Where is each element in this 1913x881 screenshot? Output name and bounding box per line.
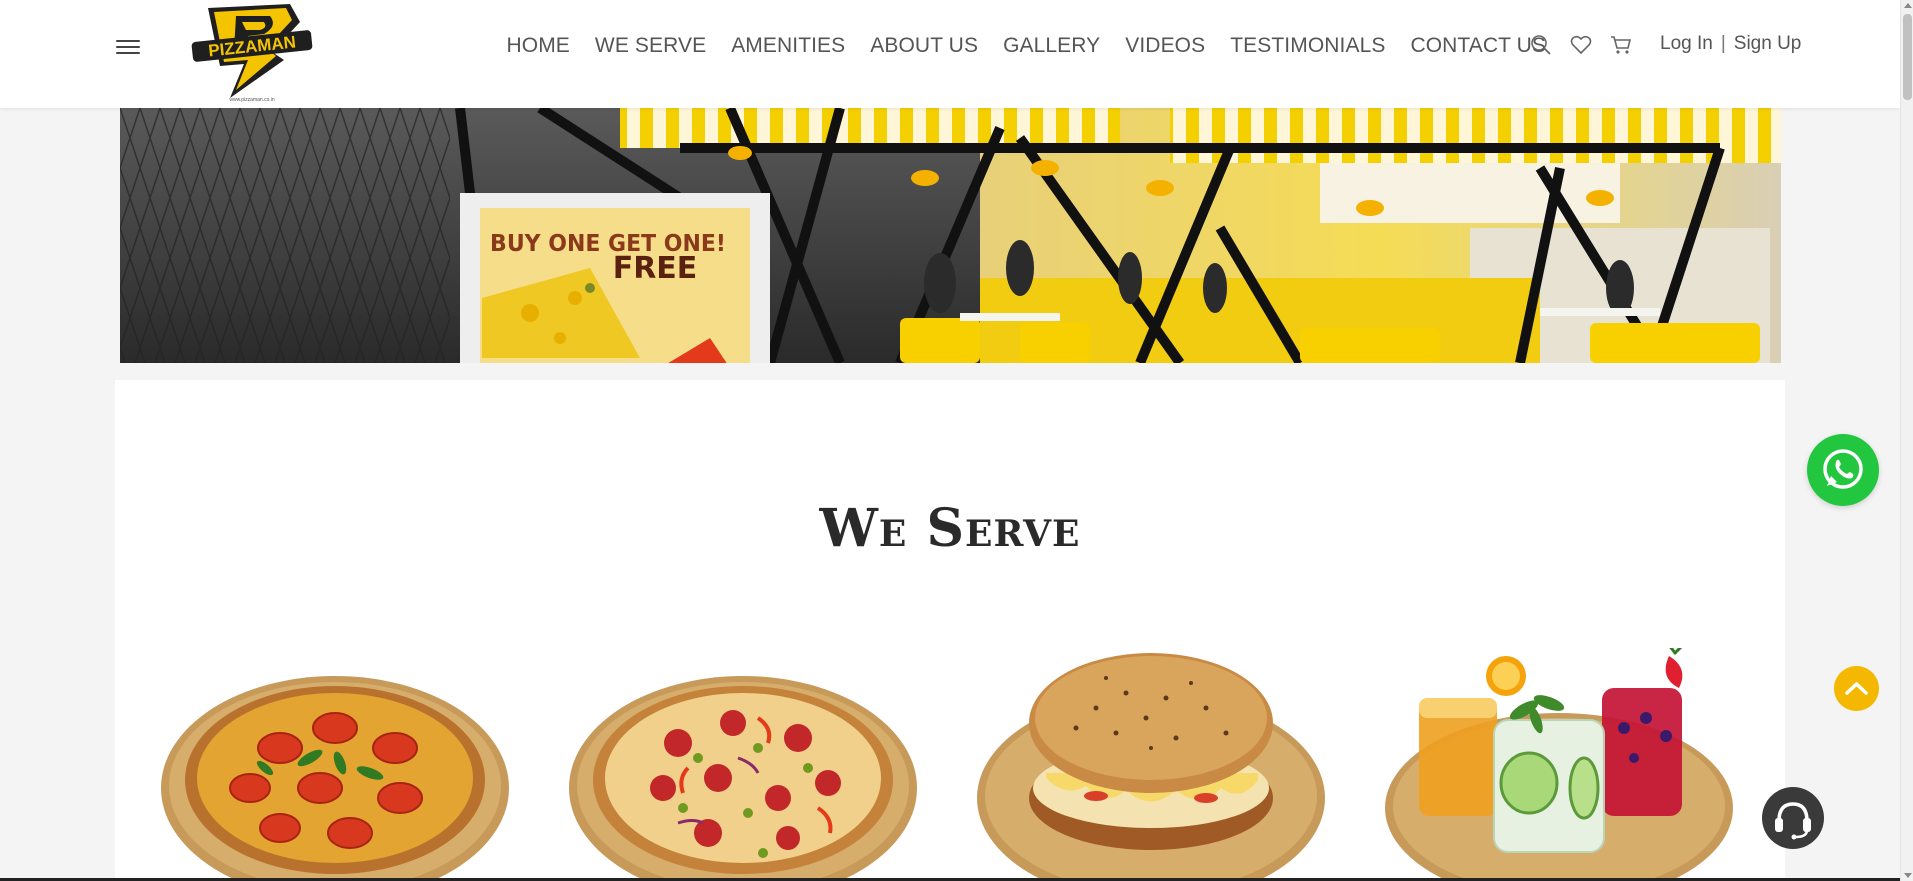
banner-sign-line2: FREE <box>613 251 698 286</box>
nav-we-serve[interactable]: WE SERVE <box>582 34 718 58</box>
signup-link[interactable]: Sign Up <box>1734 33 1802 54</box>
serve-item-pepperoni[interactable] <box>568 648 918 881</box>
margherita-pizza-image <box>161 676 509 881</box>
nav-home[interactable]: HOME <box>494 34 582 58</box>
scrollbar-thumb[interactable] <box>1903 14 1912 100</box>
page-scrollbar[interactable] <box>1900 0 1913 881</box>
nav-testimonials[interactable]: TESTIMONIALS <box>1218 34 1398 58</box>
hero-banner: BUY ONE GET ONE! FREE <box>120 108 1781 363</box>
scroll-down-arrow[interactable] <box>1904 873 1912 878</box>
site-header: PIZZAMAN www.pizzaman.co.in HOME WE SERV… <box>0 0 1900 108</box>
whatsapp-button[interactable] <box>1807 434 1879 506</box>
logo-tagline: www.pizzaman.co.in <box>229 97 275 103</box>
stuffed-bread-image <box>977 653 1325 881</box>
menu-icon[interactable] <box>116 36 140 56</box>
nav-gallery[interactable]: GALLERY <box>991 34 1113 58</box>
pepperoni-pizza-image <box>569 676 917 881</box>
chevron-up-icon <box>1845 682 1868 695</box>
header-icons <box>1530 34 1632 56</box>
serve-item-stuffed-bread[interactable] <box>976 648 1326 881</box>
serve-item-beverages[interactable] <box>1384 642 1734 881</box>
nav-amenities[interactable]: AMENITIES <box>719 34 858 58</box>
serve-item-margherita[interactable] <box>160 648 510 881</box>
heart-icon[interactable] <box>1570 34 1592 56</box>
cart-icon[interactable] <box>1610 34 1632 56</box>
page: PIZZAMAN www.pizzaman.co.in HOME WE SERV… <box>0 0 1913 881</box>
auth-separator: | <box>1720 33 1726 54</box>
scroll-up-arrow[interactable] <box>1904 3 1912 8</box>
we-serve-section: We Serve <box>115 380 1785 881</box>
search-icon[interactable] <box>1530 34 1552 56</box>
whatsapp-icon <box>1823 449 1863 489</box>
scroll-to-top-button[interactable] <box>1834 666 1879 711</box>
headset-icon <box>1775 802 1811 840</box>
main-nav: HOME WE SERVE AMENITIES ABOUT US GALLERY… <box>494 34 1559 58</box>
support-button[interactable] <box>1762 787 1824 849</box>
pizzaman-logo[interactable]: PIZZAMAN www.pizzaman.co.in <box>178 0 328 104</box>
beverages-image <box>1385 642 1733 881</box>
nav-videos[interactable]: VIDEOS <box>1113 34 1218 58</box>
section-title: We Serve <box>819 498 1081 559</box>
nav-about-us[interactable]: ABOUT US <box>858 34 991 58</box>
login-link[interactable]: Log In <box>1660 33 1713 54</box>
auth-links: Log In | Sign Up <box>1660 33 1801 55</box>
